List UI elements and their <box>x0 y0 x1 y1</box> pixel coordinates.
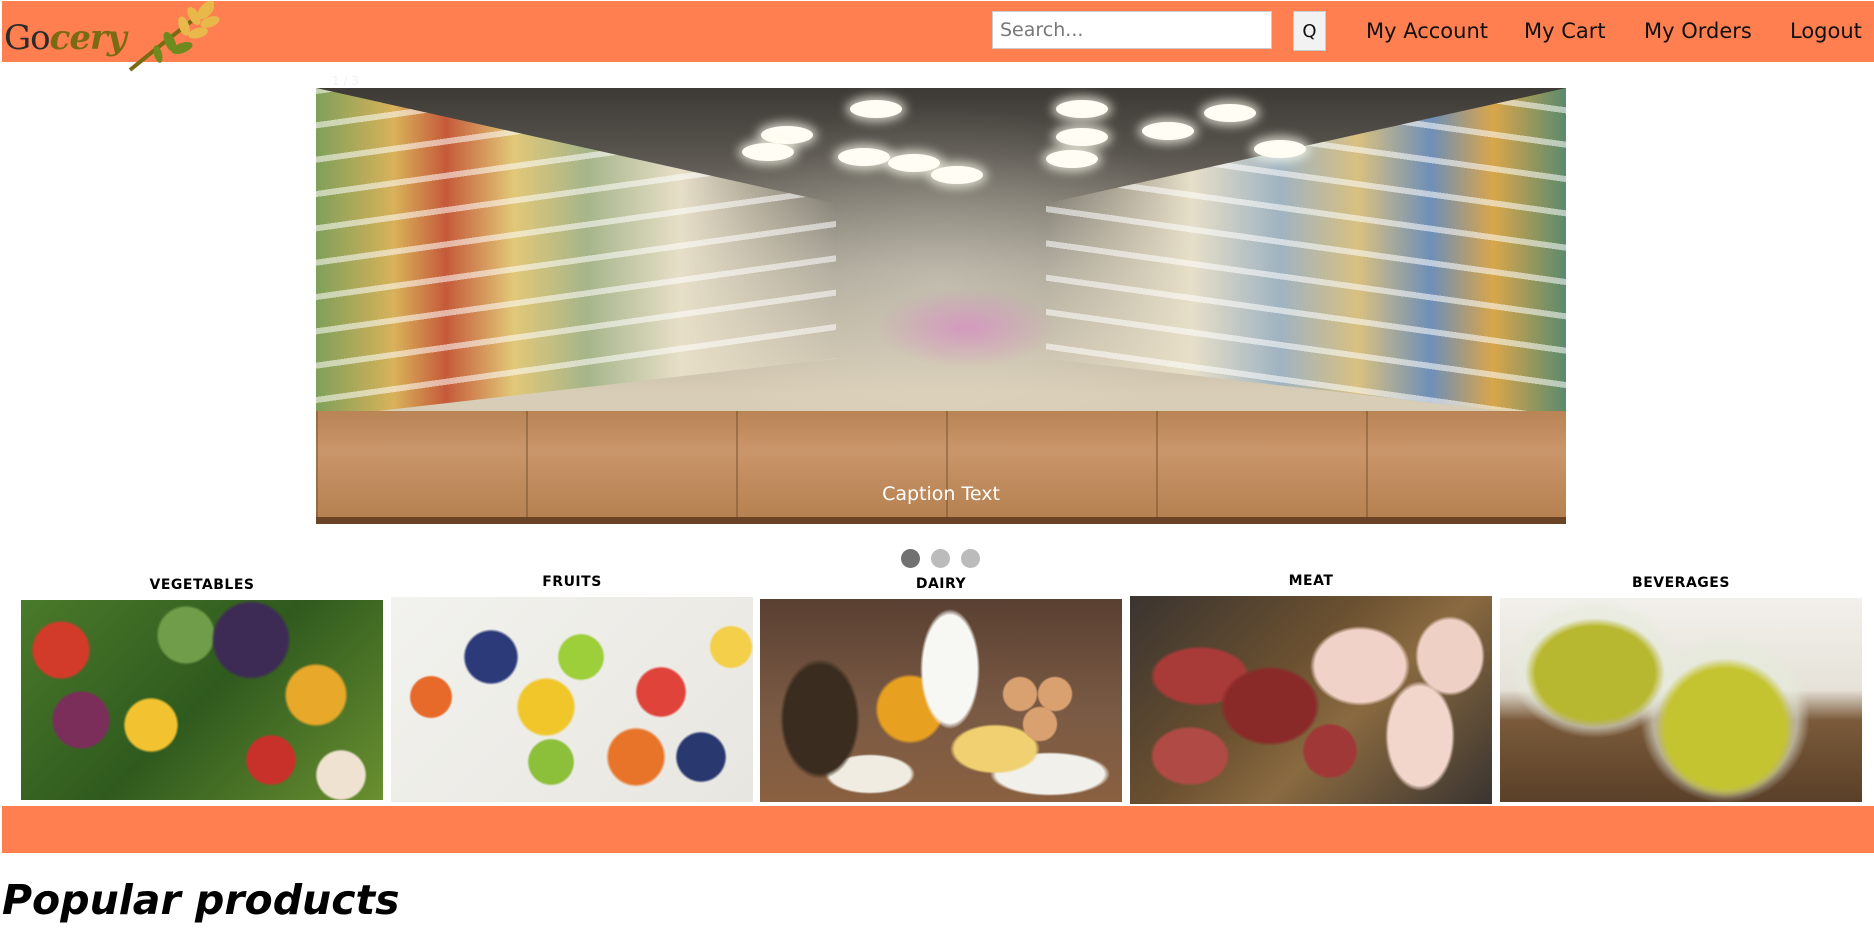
slide-dot-2[interactable] <box>931 549 950 568</box>
slide-dot-3[interactable] <box>961 549 980 568</box>
wheat-icon <box>128 0 220 72</box>
nav-my-orders[interactable]: My Orders <box>1644 19 1752 43</box>
dairy-image[interactable] <box>760 599 1122 802</box>
beverages-image[interactable] <box>1500 598 1862 802</box>
category-title-meat: MEAT <box>1288 573 1334 589</box>
slide-counter: 1 / 3 <box>332 74 359 88</box>
search-input[interactable] <box>992 11 1272 49</box>
category-title-fruits: FRUITS <box>542 574 602 590</box>
slide-caption: Caption Text <box>882 483 1000 505</box>
popular-products-heading: Popular products <box>2 876 400 924</box>
fruits-image[interactable] <box>391 597 753 802</box>
gocery-logo[interactable]: Gocery <box>2 0 222 75</box>
nav-my-account[interactable]: My Account <box>1366 19 1488 43</box>
section-divider-band <box>2 806 1874 853</box>
vegetables-image[interactable] <box>21 600 383 800</box>
meat-image[interactable] <box>1130 596 1492 804</box>
category-title-dairy: DAIRY <box>915 576 967 592</box>
logo-wordmark: Gocery <box>4 18 127 58</box>
category-title-beverages: BEVERAGES <box>1632 575 1730 591</box>
search-button[interactable]: Q <box>1293 11 1326 51</box>
nav-logout[interactable]: Logout <box>1790 19 1862 43</box>
category-title-vegetables: VEGETABLES <box>149 577 255 593</box>
nav-my-cart[interactable]: My Cart <box>1524 19 1606 43</box>
slide-dot-1[interactable] <box>901 549 920 568</box>
hero-slide-image <box>316 88 1566 524</box>
